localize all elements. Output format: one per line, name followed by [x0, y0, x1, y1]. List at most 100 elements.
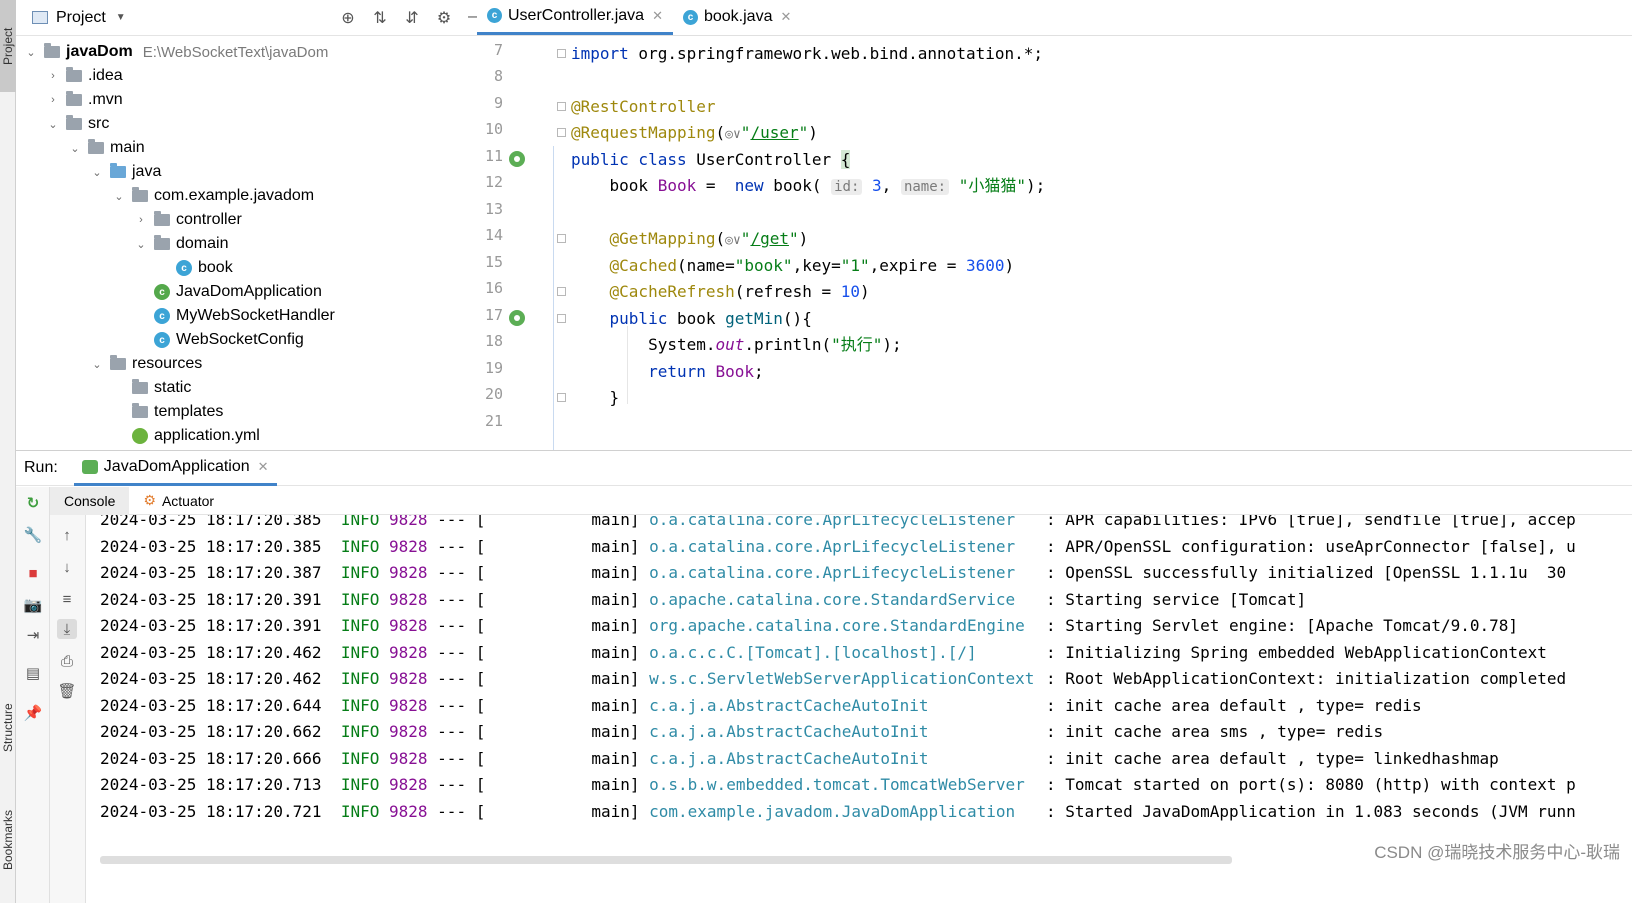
chevron-down-icon[interactable]: ⌄	[90, 358, 104, 371]
tree-item-main[interactable]: ⌄ main	[68, 136, 145, 160]
pin-icon[interactable]: 📌	[23, 703, 43, 723]
fold-marker-icon[interactable]	[557, 49, 566, 58]
fold-marker-icon[interactable]	[557, 314, 566, 323]
chevron-right-icon[interactable]: ›	[46, 70, 60, 82]
stop-icon[interactable]: ■	[23, 563, 43, 583]
tree-item-websocketconfig[interactable]: c WebSocketConfig	[154, 328, 304, 352]
spring-endpoint-gutter-icon[interactable]	[509, 310, 525, 326]
wrench-icon[interactable]: 🔧	[23, 525, 43, 545]
layout-icon[interactable]: ▤	[23, 663, 43, 683]
tree-item-static[interactable]: static	[132, 376, 191, 400]
line-number: 10	[484, 120, 503, 138]
log-line: 2024-03-25 18:17:20.662 INFO 9828 --- [ …	[100, 722, 1384, 741]
chevron-down-icon[interactable]: ⌄	[24, 46, 38, 59]
fold-marker-icon[interactable]	[557, 393, 566, 402]
run-config-tab[interactable]: JavaDomApplication ✕	[73, 450, 277, 486]
scroll-to-end-icon[interactable]: ⤓	[57, 619, 77, 639]
tree-item-templates[interactable]: templates	[132, 400, 223, 424]
web-endpoint-icon[interactable]: ◎∨	[725, 233, 741, 248]
console-output[interactable]: 2024-03-25 18:17:20.385 INFO 9828 --- [ …	[86, 515, 1632, 855]
tree-item-src[interactable]: ⌄ src	[46, 112, 109, 136]
side-tab-bookmarks[interactable]: Bookmarks	[0, 790, 16, 890]
run-config-label: JavaDomApplication	[103, 457, 250, 475]
close-icon[interactable]: ✕	[258, 459, 269, 475]
project-view-selector[interactable]: Project	[56, 9, 106, 27]
tree-item-javadomapplication[interactable]: c JavaDomApplication	[154, 280, 322, 304]
class-icon: c	[682, 9, 698, 25]
exit-icon[interactable]: ⇥	[23, 625, 43, 645]
tree-item-resources[interactable]: ⌄ resources	[90, 352, 202, 376]
tree-item-label: src	[88, 115, 110, 132]
tree-item-controller[interactable]: › controller	[134, 208, 242, 232]
web-endpoint-icon[interactable]: ◎∨	[725, 127, 741, 142]
close-icon[interactable]: ✕	[652, 8, 663, 24]
gear-icon[interactable]: ⚙	[435, 8, 453, 28]
tree-item-label: static	[154, 379, 192, 396]
folder-icon	[66, 91, 82, 106]
tree-item-domain[interactable]: ⌄ domain	[134, 232, 228, 256]
rerun-icon[interactable]: ↻	[23, 493, 43, 513]
fold-marker-icon[interactable]	[557, 102, 566, 111]
camera-icon[interactable]: 📷	[23, 595, 43, 615]
tree-item-javadom[interactable]: ⌄ javaDom E:\WebSocketText\javaDom	[24, 40, 328, 64]
side-tab-project[interactable]: Project	[0, 0, 16, 92]
actuator-icon: ⚙	[143, 492, 156, 508]
arrow-down-icon[interactable]: ↓	[57, 557, 77, 577]
soft-wrap-icon[interactable]: ≡	[57, 589, 77, 609]
tree-item-label: java	[132, 163, 162, 180]
side-tab-structure[interactable]: Structure	[0, 688, 16, 768]
chevron-down-icon[interactable]: ⌄	[90, 166, 104, 179]
collapse-all-icon[interactable]: ⇵	[403, 8, 421, 28]
code-line-10: @RequestMapping(◎∨"/user")	[571, 123, 818, 142]
select-opened-file-icon[interactable]: ⊕	[339, 8, 357, 28]
chevron-down-icon[interactable]: ⌄	[46, 118, 60, 131]
tree-item-package[interactable]: ⌄ com.example.javadom	[112, 184, 314, 208]
chevron-down-icon[interactable]: ⌄	[134, 238, 148, 251]
code-line-19: return Book;	[571, 362, 764, 381]
line-number: 11	[484, 147, 503, 165]
class-icon: c	[154, 332, 170, 348]
tree-item-book[interactable]: c book	[176, 256, 233, 280]
tree-item-label: .idea	[88, 67, 123, 84]
line-number: 8	[493, 67, 503, 85]
chevron-right-icon[interactable]: ›	[46, 94, 60, 106]
log-line: 2024-03-25 18:17:20.666 INFO 9828 --- [ …	[100, 749, 1499, 768]
console-horizontal-scrollbar[interactable]	[100, 856, 1232, 864]
code-area[interactable]: import org.springframework.web.bind.anno…	[553, 36, 1632, 470]
trash-icon[interactable]: 🗑	[57, 681, 77, 701]
line-number: 16	[484, 279, 503, 297]
chevron-down-icon[interactable]: ⌄	[68, 142, 82, 155]
tree-item-mvn[interactable]: › .mvn	[46, 88, 123, 112]
tree-item-java[interactable]: ⌄ java	[90, 160, 161, 184]
yaml-file-icon	[132, 428, 148, 444]
line-number: 9	[493, 94, 503, 112]
line-number: 7	[493, 41, 503, 59]
code-editor: c UserController.java ✕ c book.java ✕ 7 …	[477, 0, 1632, 470]
tree-item-application-yml[interactable]: application.yml	[132, 424, 260, 448]
tree-item-mywebsockethandler[interactable]: c MyWebSocketHandler	[154, 304, 335, 328]
tab-label: Actuator	[161, 492, 215, 509]
tree-item-idea[interactable]: › .idea	[46, 64, 123, 88]
chevron-right-icon[interactable]: ›	[134, 214, 148, 226]
log-line: 2024-03-25 18:17:20.713 INFO 9828 --- [ …	[100, 775, 1576, 794]
tab-actuator[interactable]: ⚙ Actuator	[129, 487, 228, 515]
class-icon: c	[176, 260, 192, 276]
resources-folder-icon	[110, 355, 126, 370]
spring-boot-class-icon: c	[154, 284, 170, 300]
tab-label: book.java	[703, 8, 773, 25]
spring-boot-run-icon	[81, 459, 98, 474]
close-icon[interactable]: ✕	[780, 9, 791, 25]
tab-console[interactable]: Console	[50, 486, 130, 515]
fold-marker-icon[interactable]	[557, 128, 566, 137]
print-icon[interactable]: ⎙	[57, 651, 77, 671]
tab-book[interactable]: c book.java ✕	[673, 0, 801, 35]
chevron-down-icon[interactable]: ⌄	[112, 190, 126, 203]
expand-all-icon[interactable]: ⇅	[371, 8, 389, 28]
tab-usercontroller[interactable]: c UserController.java ✕	[477, 0, 673, 35]
code-line-16: @CacheRefresh(refresh = 10)	[571, 282, 870, 301]
fold-marker-icon[interactable]	[557, 287, 566, 296]
spring-bean-gutter-icon[interactable]	[509, 151, 525, 167]
chevron-down-icon[interactable]: ▼	[116, 12, 126, 23]
arrow-up-icon[interactable]: ↑	[57, 525, 77, 545]
fold-marker-icon[interactable]	[557, 234, 566, 243]
